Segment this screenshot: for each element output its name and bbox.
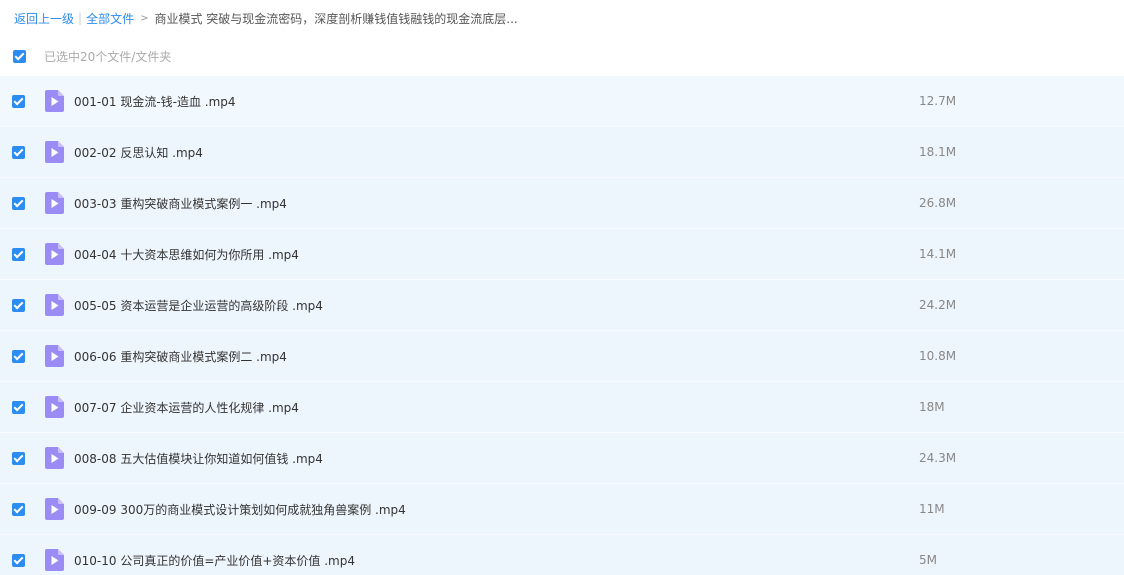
video-file-icon xyxy=(45,396,64,418)
file-row[interactable]: 002-02 反思认知 .mp4 18.1M xyxy=(0,127,1124,178)
file-checkbox[interactable] xyxy=(12,196,25,210)
video-file-icon xyxy=(45,294,64,316)
file-name[interactable]: 010-10 公司真正的价值=产业价值+资本价值 .mp4 xyxy=(74,552,355,569)
file-name[interactable]: 009-09 300万的商业模式设计策划如何成就独角兽案例 .mp4 xyxy=(74,501,406,518)
video-file-icon xyxy=(45,498,64,520)
file-name[interactable]: 004-04 十大资本思维如何为你所用 .mp4 xyxy=(74,246,299,263)
file-size: 12.7M xyxy=(919,94,957,108)
file-size: 24.3M xyxy=(919,451,957,465)
breadcrumb-separator: | xyxy=(78,11,83,25)
file-checkbox[interactable] xyxy=(12,502,25,516)
current-folder-name: 商业模式 突破与现金流密码，深度剖析赚钱值钱融钱的现金流底层... xyxy=(154,11,518,26)
video-file-icon xyxy=(45,243,64,265)
all-files-link[interactable]: 全部文件 xyxy=(86,10,134,27)
breadcrumb: 返回上一级 | 全部文件 > 商业模式 突破与现金流密码，深度剖析赚钱值钱融钱的… xyxy=(0,0,1124,36)
file-name[interactable]: 008-08 五大估值模块让你知道如何值钱 .mp4 xyxy=(74,450,323,467)
file-name[interactable]: 003-03 重构突破商业模式案例一 .mp4 xyxy=(74,195,287,212)
back-link[interactable]: 返回上一级 xyxy=(14,10,74,27)
file-checkbox[interactable] xyxy=(12,349,25,363)
file-name[interactable]: 007-07 企业资本运营的人性化规律 .mp4 xyxy=(74,399,299,416)
file-checkbox[interactable] xyxy=(12,553,25,567)
file-size: 5M xyxy=(919,553,937,567)
file-size: 24.2M xyxy=(919,298,957,312)
file-row[interactable]: 008-08 五大估值模块让你知道如何值钱 .mp4 24.3M xyxy=(0,433,1124,484)
select-all-checkbox[interactable] xyxy=(13,49,26,63)
video-file-icon xyxy=(45,345,64,367)
file-row[interactable]: 004-04 十大资本思维如何为你所用 .mp4 14.1M xyxy=(0,229,1124,280)
file-checkbox[interactable] xyxy=(12,94,25,108)
file-checkbox[interactable] xyxy=(12,145,25,159)
file-size: 18.1M xyxy=(919,145,957,159)
file-list: 001-01 现金流-钱-造血 .mp4 12.7M 002-02 反思认知 .mp… xyxy=(0,76,1124,575)
file-size: 26.8M xyxy=(919,196,957,210)
file-size: 18M xyxy=(919,400,945,414)
file-checkbox[interactable] xyxy=(12,298,25,312)
video-file-icon xyxy=(45,549,64,571)
file-name[interactable]: 002-02 反思认知 .mp4 xyxy=(74,144,203,161)
file-row[interactable]: 003-03 重构突破商业模式案例一 .mp4 26.8M xyxy=(0,178,1124,229)
video-file-icon xyxy=(45,192,64,214)
file-checkbox[interactable] xyxy=(12,400,25,414)
file-checkbox[interactable] xyxy=(12,247,25,261)
video-file-icon xyxy=(45,447,64,469)
file-row[interactable]: 010-10 公司真正的价值=产业价值+资本价值 .mp4 5M xyxy=(0,535,1124,575)
file-checkbox[interactable] xyxy=(12,451,25,465)
selection-count-label: 已选中20个文件/文件夹 xyxy=(44,49,172,64)
file-row[interactable]: 001-01 现金流-钱-造血 .mp4 12.7M xyxy=(0,76,1124,127)
file-size: 10.8M xyxy=(919,349,957,363)
file-size: 11M xyxy=(919,502,945,516)
file-row[interactable]: 009-09 300万的商业模式设计策划如何成就独角兽案例 .mp4 11M xyxy=(0,484,1124,535)
breadcrumb-arrow: > xyxy=(140,12,149,24)
video-file-icon xyxy=(45,141,64,163)
video-file-icon xyxy=(45,90,64,112)
selection-bar: 已选中20个文件/文件夹 xyxy=(0,36,1124,76)
file-name[interactable]: 005-05 资本运营是企业运营的高级阶段 .mp4 xyxy=(74,297,323,314)
file-size: 14.1M xyxy=(919,247,957,261)
file-name[interactable]: 001-01 现金流-钱-造血 .mp4 xyxy=(74,93,236,110)
file-row[interactable]: 006-06 重构突破商业模式案例二 .mp4 10.8M xyxy=(0,331,1124,382)
file-name[interactable]: 006-06 重构突破商业模式案例二 .mp4 xyxy=(74,348,287,365)
file-row[interactable]: 007-07 企业资本运营的人性化规律 .mp4 18M xyxy=(0,382,1124,433)
file-row[interactable]: 005-05 资本运营是企业运营的高级阶段 .mp4 24.2M xyxy=(0,280,1124,331)
